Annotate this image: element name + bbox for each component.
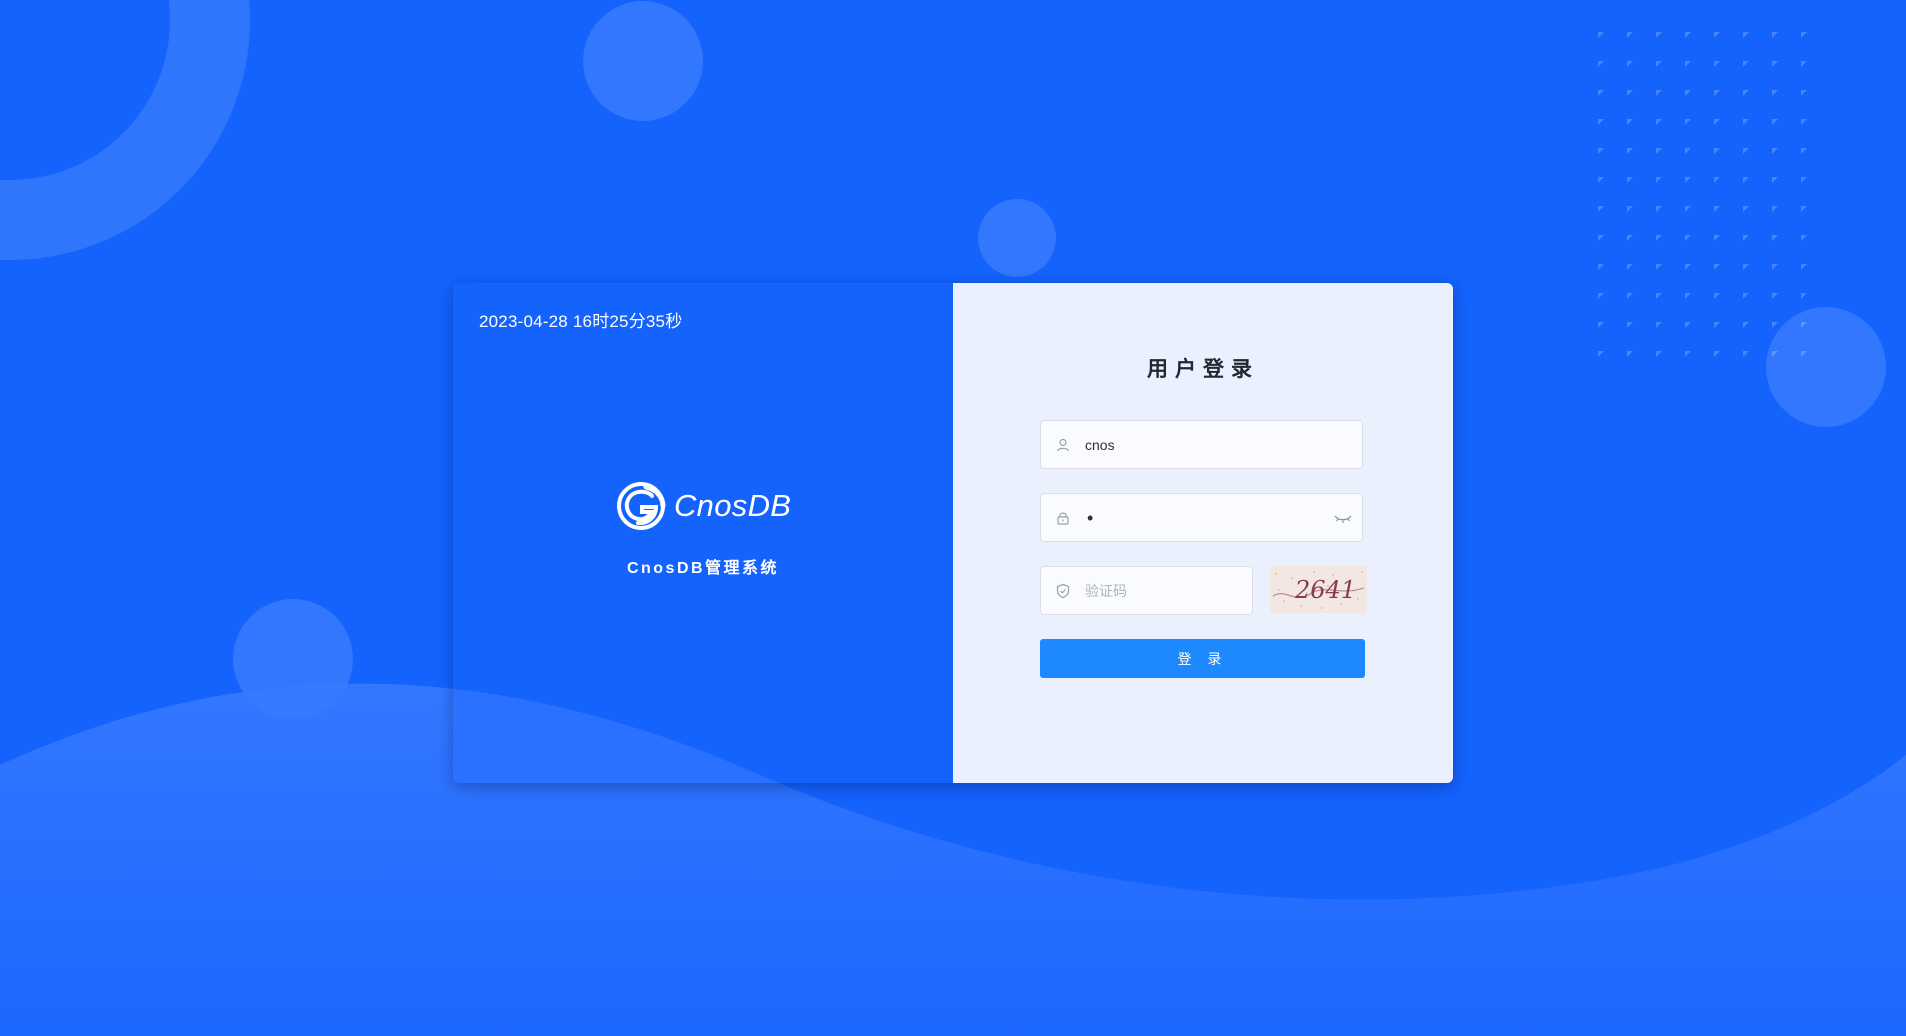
brand-logo: CnosDB — [616, 481, 791, 531]
username-input[interactable] — [1085, 436, 1362, 453]
login-title: 用户登录 — [1147, 358, 1259, 381]
captcha-image[interactable]: 2641 — [1270, 566, 1367, 613]
login-form-panel: 用户登录 • — [953, 283, 1453, 783]
shield-icon — [1056, 583, 1070, 598]
login-card: 2023-04-28 16时25分35秒 CnosDB CnosDB管理系统 用… — [453, 283, 1453, 783]
captcha-input[interactable] — [1085, 582, 1252, 599]
user-icon — [1056, 438, 1070, 451]
logo-text: CnosDB — [674, 488, 792, 523]
current-datetime: 2023-04-28 16时25分35秒 — [479, 312, 683, 331]
captcha-code: 2641 — [1294, 576, 1356, 604]
cnosdb-logo-icon — [617, 482, 666, 530]
password-field[interactable]: • — [1040, 493, 1363, 542]
system-name: CnosDB管理系统 — [626, 560, 780, 577]
brand-panel: 2023-04-28 16时25分35秒 CnosDB CnosDB管理系统 — [453, 283, 953, 783]
login-button[interactable]: 登 录 — [1040, 639, 1365, 678]
brand-wave-decoration — [453, 688, 953, 783]
eye-closed-icon[interactable] — [1334, 511, 1352, 525]
captcha-noise: 2641 — [1270, 566, 1367, 613]
lock-icon — [1057, 512, 1069, 525]
password-input[interactable]: • — [1087, 509, 1334, 527]
captcha-field[interactable] — [1040, 566, 1253, 615]
username-field[interactable] — [1040, 420, 1363, 469]
